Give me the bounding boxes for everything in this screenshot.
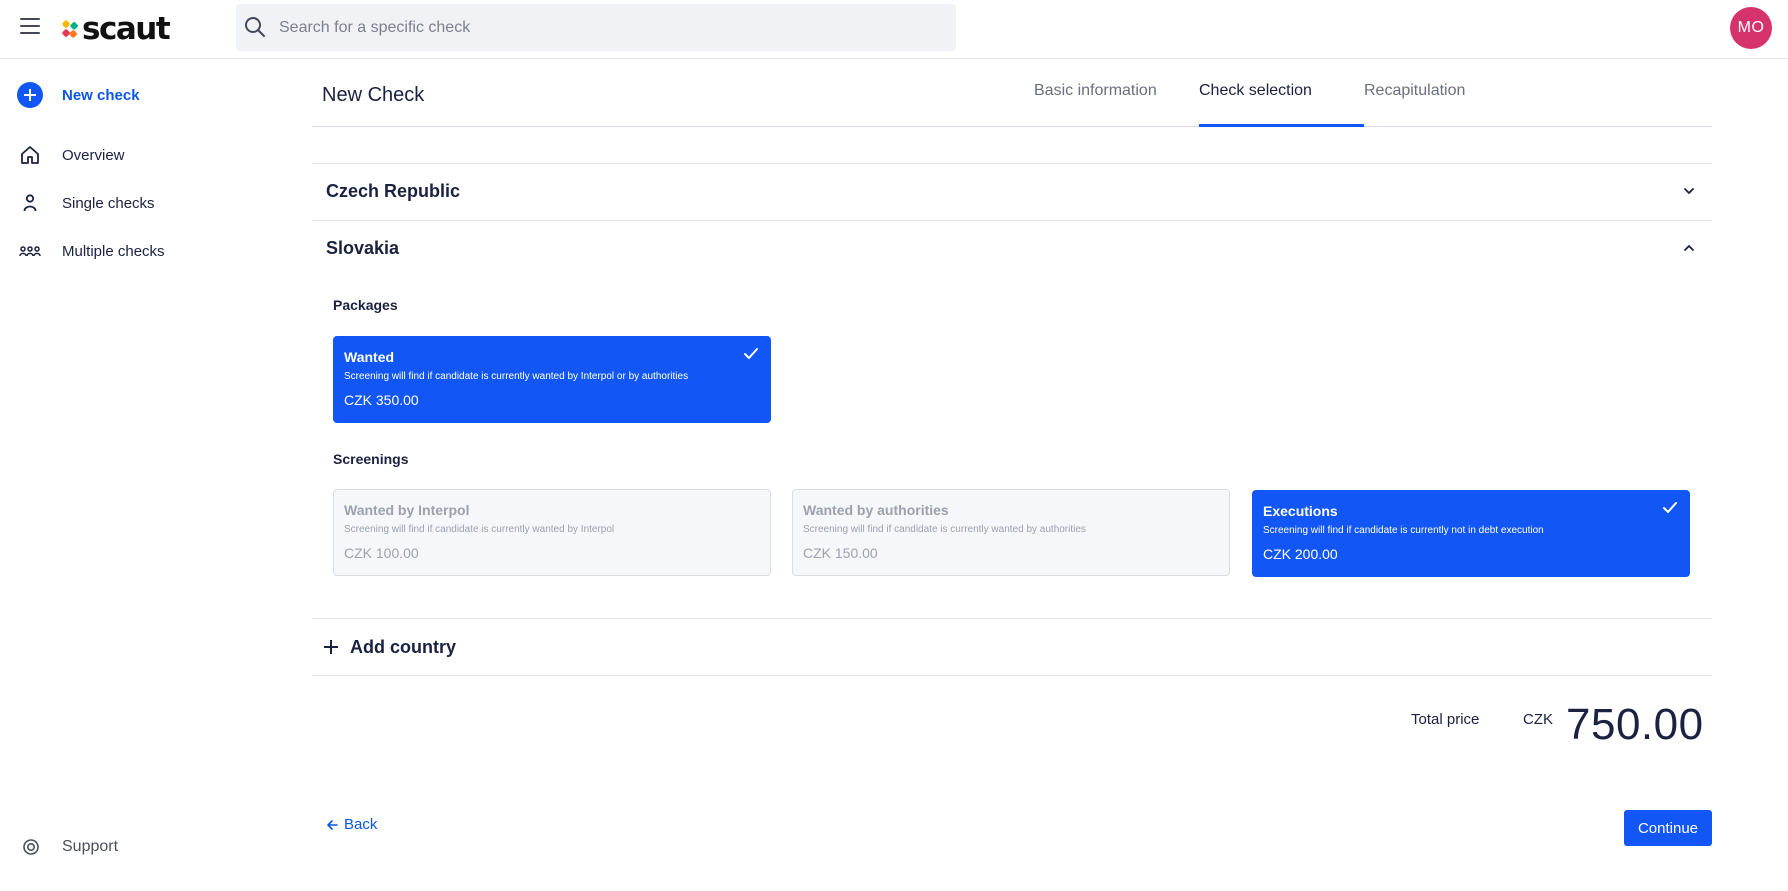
card-description: Screening will find if candidate is curr…	[344, 524, 615, 535]
sidebar-item-label: Multiple checks	[62, 242, 165, 260]
card-description: Screening will find if candidate is curr…	[1263, 525, 1544, 536]
person-icon	[23, 194, 37, 212]
search-bar	[236, 4, 956, 51]
home-icon	[21, 146, 39, 164]
logo-mark-icon	[62, 20, 78, 38]
divider	[312, 220, 1712, 221]
support-icon	[23, 839, 39, 855]
support-label: Support	[62, 838, 119, 855]
checkmark-icon	[744, 348, 758, 359]
sidebar-item-overview[interactable]: Overview	[0, 135, 280, 175]
card-title: Wanted by Interpol	[344, 502, 470, 518]
top-bar: scaut MO	[0, 0, 1788, 59]
continue-button[interactable]: Continue	[1624, 810, 1712, 846]
screenings-label: Screenings	[333, 451, 409, 467]
tab-check-selection[interactable]: Check selection	[1199, 82, 1312, 100]
chevron-up-icon[interactable]	[1682, 241, 1696, 255]
sidebar-item-label: New check	[62, 86, 140, 104]
checkmark-icon	[1663, 502, 1677, 513]
sidebar-item-multiple-checks[interactable]: Multiple checks	[0, 231, 280, 271]
total-price-label: Total price	[1411, 711, 1480, 728]
divider	[312, 675, 1712, 676]
back-button[interactable]: Back	[326, 816, 377, 833]
total-currency: CZK	[1523, 711, 1553, 728]
logo-text: scaut	[82, 11, 171, 47]
tab-basic-information[interactable]: Basic information	[1034, 82, 1157, 100]
sidebar-item-support[interactable]: Support	[0, 827, 280, 867]
card-title: Executions	[1263, 503, 1338, 519]
screening-card-wanted-by-interpol[interactable]: Wanted by Interpol Screening will find i…	[333, 489, 771, 576]
card-title: Wanted by authorities	[803, 502, 949, 518]
sidebar-item-label: Overview	[62, 146, 125, 164]
card-description: Screening will find if candidate is curr…	[803, 524, 1086, 535]
divider	[312, 618, 1712, 619]
chevron-down-icon[interactable]	[1682, 184, 1696, 198]
active-tab-indicator	[1199, 124, 1364, 127]
card-price: CZK 100.00	[344, 545, 419, 561]
search-input[interactable]	[236, 4, 956, 51]
arrow-left-icon	[327, 819, 338, 830]
back-label: Back	[344, 816, 378, 833]
screening-card-wanted-by-authorities[interactable]: Wanted by authorities Screening will fin…	[792, 489, 1230, 576]
logo[interactable]: scaut	[62, 9, 171, 49]
add-country-button[interactable]: Add country	[324, 635, 456, 659]
sidebar-item-single-checks[interactable]: Single checks	[0, 183, 280, 223]
card-price: CZK 200.00	[1263, 546, 1338, 562]
sidebar-item-new-check[interactable]: New check	[0, 75, 280, 115]
plus-circle-icon	[17, 82, 43, 108]
card-price: CZK 350.00	[344, 392, 419, 408]
avatar[interactable]: MO	[1730, 7, 1772, 49]
tab-recapitulation[interactable]: Recapitulation	[1364, 82, 1465, 100]
card-description: Screening will find if candidate is curr…	[344, 371, 689, 382]
packages-label: Packages	[333, 297, 398, 313]
country-slovakia[interactable]: Slovakia	[326, 238, 399, 259]
country-czech-republic[interactable]: Czech Republic	[326, 181, 460, 202]
card-price: CZK 150.00	[803, 545, 878, 561]
menu-icon[interactable]	[20, 18, 40, 34]
search-icon	[245, 17, 265, 37]
tabs-divider	[312, 126, 1712, 127]
add-country-label: Add country	[350, 636, 456, 657]
group-icon	[19, 246, 41, 257]
card-title: Wanted	[344, 349, 395, 365]
screening-card-executions[interactable]: Executions Screening will find if candid…	[1252, 490, 1690, 577]
divider	[312, 163, 1712, 164]
package-card-wanted[interactable]: Wanted Screening will find if candidate …	[333, 336, 771, 423]
total-price-value: 750.00	[1566, 700, 1704, 749]
page-title: New Check	[322, 84, 425, 106]
sidebar-item-label: Single checks	[62, 194, 155, 212]
plus-icon	[324, 640, 338, 654]
